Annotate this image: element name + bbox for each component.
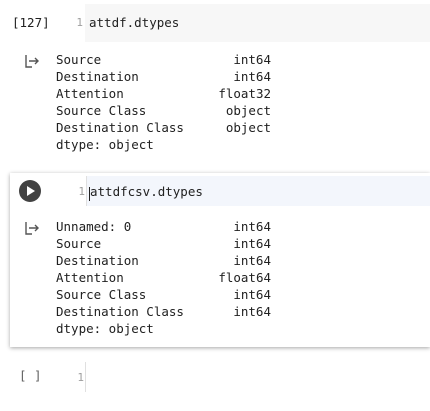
output-row: Attention float32 (56, 85, 271, 102)
code-editor[interactable]: 1 (77, 362, 430, 392)
output-row: Source int64 (56, 235, 271, 252)
column-name: Destination (56, 253, 139, 268)
column-dtype: int64 (233, 69, 271, 84)
column-dtype: float32 (218, 86, 271, 101)
line-number: 1 (78, 185, 85, 198)
column-name: Source Class (56, 287, 147, 302)
output-row: Source Class int64 (56, 286, 271, 303)
output-row: Unnamed: 0 int64 (56, 218, 271, 235)
code-line[interactable]: attdf.dtypes (89, 15, 179, 30)
column-dtype: int64 (233, 304, 271, 319)
column-dtype: int64 (233, 52, 271, 67)
play-icon[interactable] (19, 180, 41, 202)
output-row: Source int64 (56, 51, 271, 68)
code-cell-focused[interactable]: 1 attdfcsv.dtypes Unnamed: 0 int64 Sourc… (10, 173, 430, 347)
column-dtype: int64 (233, 236, 271, 251)
output-footer: dtype: object (56, 136, 271, 153)
column-name: Destination Class (56, 304, 184, 319)
output-arrow-icon (23, 220, 41, 238)
column-dtype: int64 (233, 253, 271, 268)
column-dtype: object (225, 120, 271, 135)
column-name: Attention (56, 270, 124, 285)
column-name: Source (56, 236, 102, 251)
column-dtype: object (225, 103, 271, 118)
execution-count: [ ] (19, 368, 42, 383)
notebook-page: [127] 1 attdf.dtypes Source int64 Destin… (0, 0, 430, 411)
code-editor[interactable]: 1 attdfcsv.dtypes (78, 176, 430, 206)
code-line[interactable]: attdfcsv.dtypes (90, 184, 203, 199)
line-number: 1 (76, 16, 83, 29)
output-series: Unnamed: 0 int64 Source int64 Destinatio… (56, 218, 271, 337)
column-dtype: int64 (233, 287, 271, 302)
output-arrow-icon (23, 53, 41, 71)
output-footer: dtype: object (56, 320, 271, 337)
column-dtype: int64 (233, 219, 271, 234)
output-series: Source int64 Destination int64 Attention… (56, 51, 271, 153)
column-dtype: float64 (218, 270, 271, 285)
line-number: 1 (77, 371, 84, 384)
code-cell-empty[interactable]: [ ] 1 (0, 358, 430, 398)
code-cell[interactable]: [127] 1 attdf.dtypes Source int64 Destin… (0, 0, 430, 160)
column-name: Unnamed: 0 (56, 219, 132, 234)
output-row: Destination int64 (56, 252, 271, 269)
column-name: Source (56, 52, 102, 67)
column-name: Destination Class (56, 120, 184, 135)
column-name: Source Class (56, 103, 147, 118)
output-row: Source Class object (56, 102, 271, 119)
output-row: Destination Class int64 (56, 303, 271, 320)
column-name: Destination (56, 69, 139, 84)
dtype-footer: dtype: object (56, 321, 154, 336)
dtype-footer: dtype: object (56, 137, 154, 152)
output-row: Destination Class object (56, 119, 271, 136)
output-row: Destination int64 (56, 68, 271, 85)
output-row: Attention float64 (56, 269, 271, 286)
execution-count: [127] (12, 15, 50, 30)
column-name: Attention (56, 86, 124, 101)
code-editor[interactable]: 1 attdf.dtypes (76, 4, 430, 42)
